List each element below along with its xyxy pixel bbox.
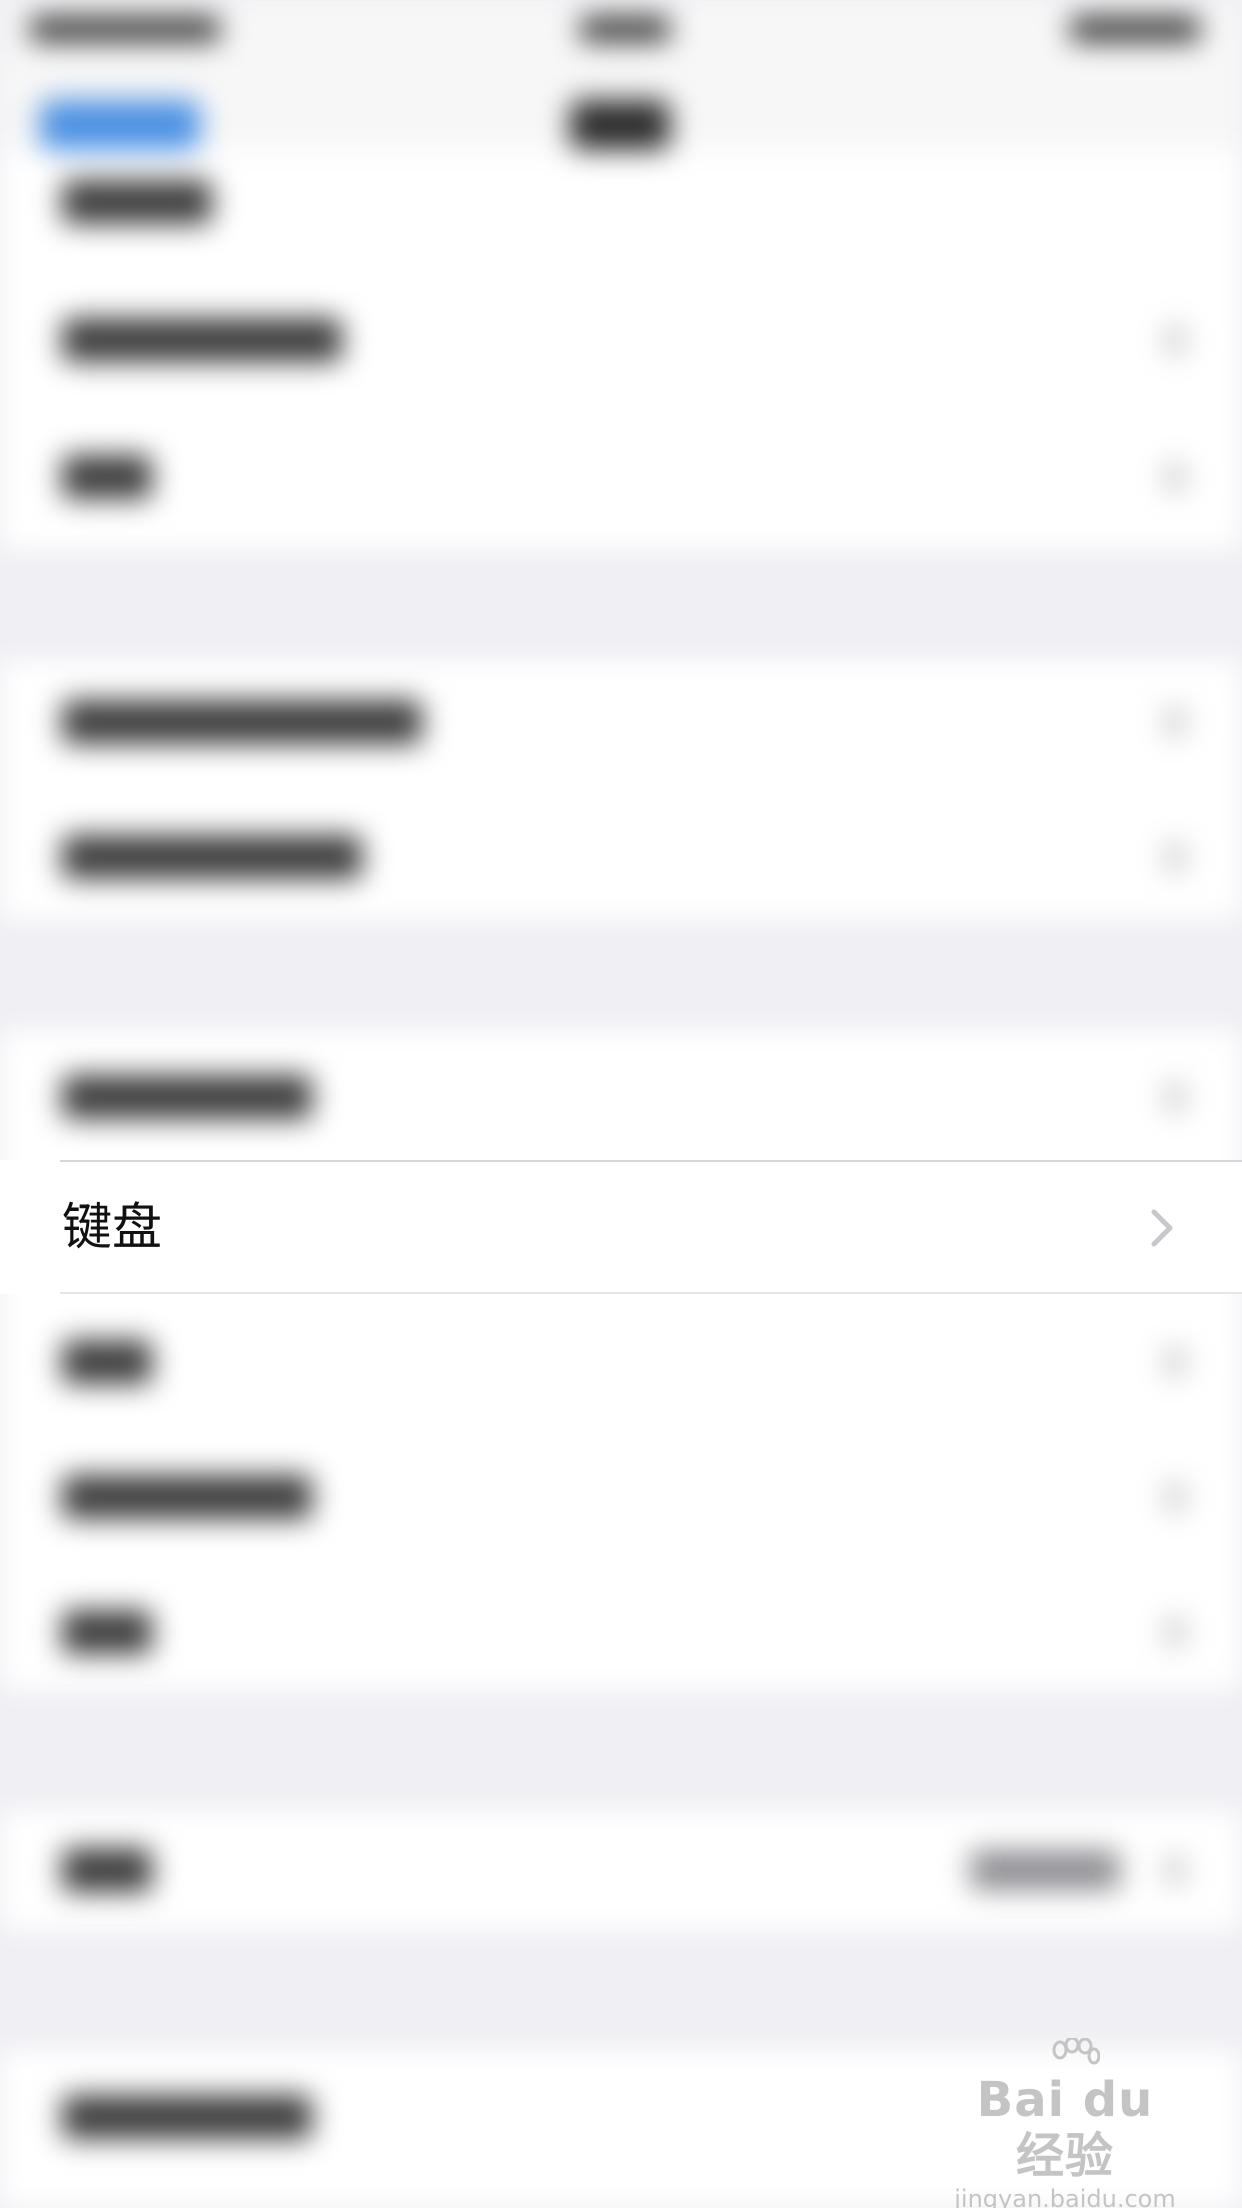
chevron-right-icon xyxy=(1166,462,1184,492)
chevron-right-icon xyxy=(1166,325,1184,355)
chevron-right-icon xyxy=(1166,707,1184,737)
blurred-row-label xyxy=(62,455,152,499)
blurred-row-label xyxy=(62,318,342,362)
settings-group-2 xyxy=(0,660,1242,920)
blurred-row-label xyxy=(62,1075,312,1119)
chevron-right-icon xyxy=(1166,1482,1184,1512)
keyboard-row-label: 键盘 xyxy=(62,1198,162,1256)
status-time-blur xyxy=(30,16,220,42)
nav-title-blur xyxy=(570,100,670,150)
settings-group-1 xyxy=(0,150,1242,550)
paw-icon xyxy=(1052,2038,1100,2065)
blurred-row-label xyxy=(62,2095,312,2139)
chevron-right-icon xyxy=(1166,1617,1184,1647)
watermark-url: jingyan.baidu.com xyxy=(954,2185,1176,2208)
watermark-logo: Bai du 经验 xyxy=(976,2072,1154,2184)
settings-group-3 xyxy=(0,1030,1242,1690)
blurred-row-label xyxy=(62,700,422,744)
chevron-right-icon xyxy=(1166,1855,1184,1885)
status-bar xyxy=(0,0,1242,60)
settings-group-4 xyxy=(0,1810,1242,1930)
blurred-row-label xyxy=(62,835,362,879)
baidu-jingyan-watermark: Bai du 经验 jingyan.baidu.com xyxy=(950,2038,1180,2208)
row-separator xyxy=(60,1292,1242,1294)
blurred-row-label xyxy=(62,1848,152,1892)
settings-screen: 键盘 Bai du 经验 jingyan.baidu.com xyxy=(0,0,1242,2208)
status-center-blur xyxy=(580,16,670,42)
blurred-row-label xyxy=(62,1475,312,1519)
chevron-right-icon xyxy=(1166,1347,1184,1377)
row-separator xyxy=(60,1160,1242,1162)
keyboard-row[interactable]: 键盘 xyxy=(0,1160,1242,1294)
status-battery-blur xyxy=(1070,16,1200,42)
chevron-right-icon xyxy=(1151,1209,1173,1247)
chevron-right-icon xyxy=(1166,1082,1184,1112)
blurred-row-value xyxy=(970,1850,1120,1890)
blurred-row-label xyxy=(62,1340,152,1384)
blurred-row-label xyxy=(62,180,212,224)
back-button-blur[interactable] xyxy=(40,100,200,150)
blurred-background xyxy=(0,0,1242,2208)
blurred-row-label xyxy=(62,1610,152,1654)
chevron-right-icon xyxy=(1166,842,1184,872)
